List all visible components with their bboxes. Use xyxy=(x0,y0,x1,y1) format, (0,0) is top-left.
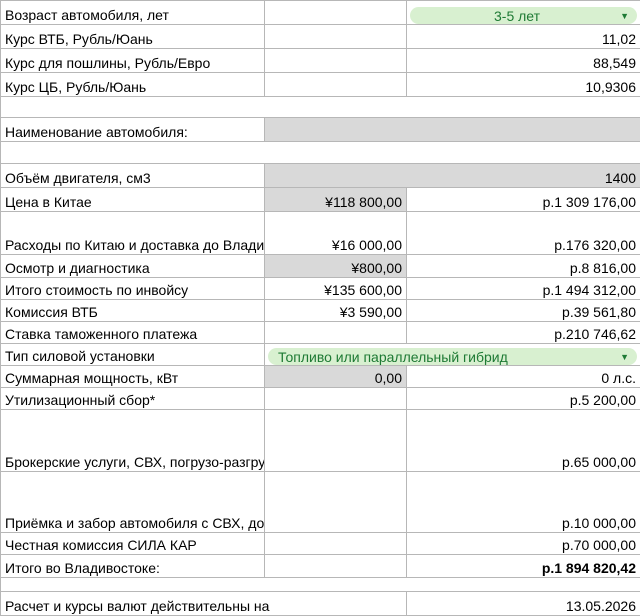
price-china-label: Цена в Китае xyxy=(1,188,265,212)
empty-cell xyxy=(265,533,407,555)
row-cb-rate: Курс ЦБ, Рубль/Юань 10,9306 xyxy=(1,73,640,97)
empty-cell xyxy=(265,1,407,25)
row-invoice-total: Итого стоимость по инвойсу ¥135 600,00 р… xyxy=(1,278,640,300)
pickup-label: Приёмка и забор автомобиля с СВХ, достав… xyxy=(1,472,265,533)
caret-down-icon: ▼ xyxy=(620,348,629,366)
powertrain-cell[interactable]: Топливо или параллельный гибрид ▼ xyxy=(265,344,640,366)
inspection-rub: р.8 816,00 xyxy=(407,255,640,278)
power-label: Суммарная мощность, кВт xyxy=(1,366,265,388)
vtb-fee-cny: ¥3 590,00 xyxy=(265,300,407,322)
empty-cell xyxy=(265,410,407,472)
car-name-input[interactable] xyxy=(265,118,640,142)
row-age: Возраст автомобиля, лет 3-5 лет ▼ xyxy=(1,1,640,25)
engine-value[interactable]: 1400 xyxy=(265,164,640,188)
cb-rate-value[interactable]: 10,9306 xyxy=(407,73,640,97)
spacer-row xyxy=(1,578,640,592)
spacer-row xyxy=(1,142,640,164)
broker-label: Брокерские услуги, СВХ, погрузо-разгрузо… xyxy=(1,410,265,472)
vtb-rate-value[interactable]: 11,02 xyxy=(407,25,640,49)
vtb-fee-label: Комиссия ВТБ xyxy=(1,300,265,322)
china-costs-cny[interactable]: ¥16 000,00 xyxy=(265,212,407,255)
power-hp: 0 л.с. xyxy=(407,366,640,388)
age-value: 3-5 лет xyxy=(420,7,614,25)
empty-cell xyxy=(265,25,407,49)
spacer-row xyxy=(1,97,640,118)
row-price-china: Цена в Китае ¥118 800,00 р.1 309 176,00 xyxy=(1,188,640,212)
invoice-total-cny: ¥135 600,00 xyxy=(265,278,407,300)
price-china-rub: р.1 309 176,00 xyxy=(407,188,640,212)
row-inspection: Осмотр и диагностика ¥800,00 р.8 816,00 xyxy=(1,255,640,278)
row-car-name: Наименование автомобиля: xyxy=(1,118,640,142)
empty-cell xyxy=(265,49,407,73)
engine-label: Объём двигателя, см3 xyxy=(1,164,265,188)
row-total: Итого во Владивостоке: р.1 894 820,42 xyxy=(1,555,640,578)
customs-rub: р.210 746,62 xyxy=(407,322,640,344)
empty-cell xyxy=(265,322,407,344)
row-china-costs: Расходы по Китаю и доставка до Владивост… xyxy=(1,212,640,255)
inspection-label: Осмотр и диагностика xyxy=(1,255,265,278)
sila-fee-rub: р.70 000,00 xyxy=(407,533,640,555)
broker-rub: р.65 000,00 xyxy=(407,410,640,472)
row-broker: Брокерские услуги, СВХ, погрузо-разгрузо… xyxy=(1,410,640,472)
row-util-fee: Утилизационный сбор* р.5 200,00 xyxy=(1,388,640,410)
vtb-fee-rub: р.39 561,80 xyxy=(407,300,640,322)
row-engine: Объём двигателя, см3 1400 xyxy=(1,164,640,188)
car-name-label: Наименование автомобиля: xyxy=(1,118,265,142)
row-power: Суммарная мощность, кВт 0,00 0 л.с. xyxy=(1,366,640,388)
empty-cell xyxy=(265,472,407,533)
power-kw[interactable]: 0,00 xyxy=(265,366,407,388)
total-rub: р.1 894 820,42 xyxy=(407,555,640,578)
powertrain-label: Тип силовой установки xyxy=(1,344,265,366)
row-vtb-fee: Комиссия ВТБ ¥3 590,00 р.39 561,80 xyxy=(1,300,640,322)
price-china-cny[interactable]: ¥118 800,00 xyxy=(265,188,407,212)
age-dropdown[interactable]: 3-5 лет ▼ xyxy=(410,7,637,24)
duty-rate-label: Курс для пошлины, Рубль/Евро xyxy=(1,49,265,73)
powertrain-dropdown[interactable]: Топливо или параллельный гибрид ▼ xyxy=(268,348,637,365)
row-valid: Расчет и курсы валют действительны на 13… xyxy=(1,592,640,616)
invoice-total-label: Итого стоимость по инвойсу xyxy=(1,278,265,300)
vtb-rate-label: Курс ВТБ, Рубль/Юань xyxy=(1,25,265,49)
row-powertrain: Тип силовой установки Топливо или паралл… xyxy=(1,344,640,366)
calculation-sheet: Возраст автомобиля, лет 3-5 лет ▼ Курс В… xyxy=(0,0,640,616)
valid-label: Расчет и курсы валют действительны на xyxy=(1,592,407,616)
row-sila-fee: Честная комиссия СИЛА КАР р.70 000,00 xyxy=(1,533,640,555)
age-cell[interactable]: 3-5 лет ▼ xyxy=(407,1,640,25)
util-fee-label: Утилизационный сбор* xyxy=(1,388,265,410)
row-duty-rate: Курс для пошлины, Рубль/Евро 88,549 xyxy=(1,49,640,73)
row-pickup: Приёмка и забор автомобиля с СВХ, достав… xyxy=(1,472,640,533)
invoice-total-rub: р.1 494 312,00 xyxy=(407,278,640,300)
caret-down-icon: ▼ xyxy=(620,7,629,25)
powertrain-value: Топливо или параллельный гибрид xyxy=(278,348,614,366)
pickup-rub: р.10 000,00 xyxy=(407,472,640,533)
empty-cell xyxy=(265,73,407,97)
empty-cell xyxy=(265,388,407,410)
empty-cell xyxy=(265,555,407,578)
china-costs-rub: р.176 320,00 xyxy=(407,212,640,255)
cb-rate-label: Курс ЦБ, Рубль/Юань xyxy=(1,73,265,97)
duty-rate-value[interactable]: 88,549 xyxy=(407,49,640,73)
age-label: Возраст автомобиля, лет xyxy=(1,1,265,25)
china-costs-label: Расходы по Китаю и доставка до Владивост… xyxy=(1,212,265,255)
row-vtb-rate: Курс ВТБ, Рубль/Юань 11,02 xyxy=(1,25,640,49)
row-customs: Ставка таможенного платежа р.210 746,62 xyxy=(1,322,640,344)
total-label: Итого во Владивостоке: xyxy=(1,555,265,578)
util-fee-rub: р.5 200,00 xyxy=(407,388,640,410)
customs-label: Ставка таможенного платежа xyxy=(1,322,265,344)
sila-fee-label: Честная комиссия СИЛА КАР xyxy=(1,533,265,555)
inspection-cny[interactable]: ¥800,00 xyxy=(265,255,407,278)
valid-date: 13.05.2026 xyxy=(407,592,640,616)
